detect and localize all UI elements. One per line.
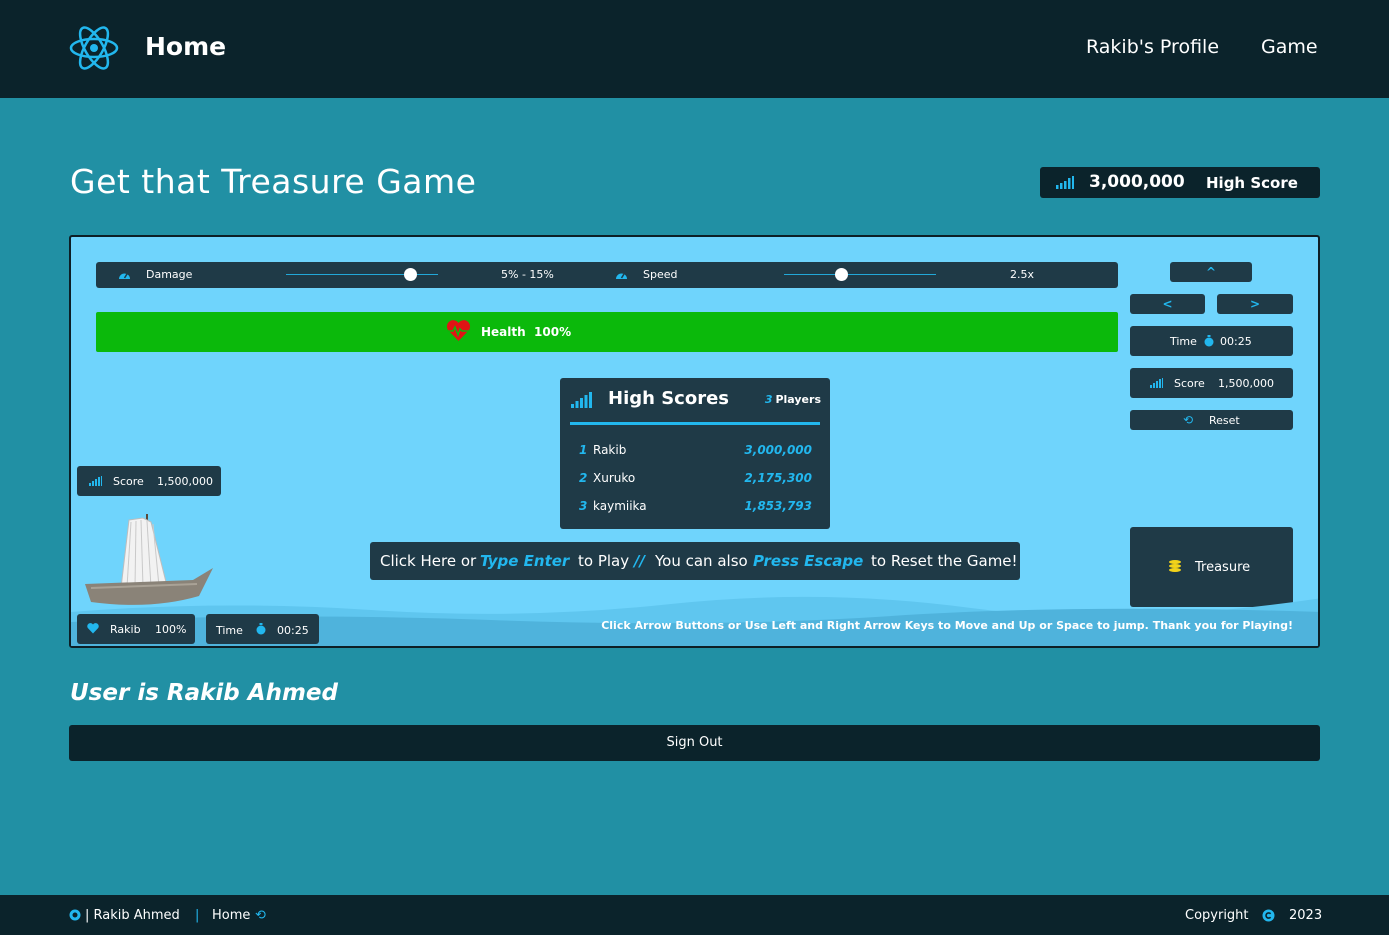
user-name-heading: User is Rakib Ahmed [70, 680, 338, 706]
high-score-value: 3,000,000 [1089, 172, 1185, 192]
gauge-icon [616, 273, 627, 279]
nav-link-profile[interactable]: Rakib's Profile [1086, 36, 1219, 58]
jump-button[interactable]: ^ [1170, 262, 1252, 282]
speed-slider-knob[interactable] [835, 268, 849, 281]
time-label: Time [1170, 335, 1197, 348]
nav-link-game[interactable]: Game [1261, 36, 1318, 58]
play-msg-text: to Reset the Game! [871, 552, 1018, 570]
score-label: Score [1174, 377, 1205, 390]
top-nav: Home Rakib's Profile Game [0, 0, 1389, 98]
time-box: Time 00:25 [1130, 326, 1293, 356]
brand-home-link[interactable]: Home [145, 32, 226, 61]
damage-label: Damage [146, 268, 193, 281]
title-divider [570, 422, 820, 425]
gauge-icon [119, 273, 130, 279]
treasure-label: Treasure [1195, 560, 1251, 575]
stopwatch-icon [256, 623, 266, 635]
coins-icon [1169, 560, 1181, 572]
player-score-value: 1,500,000 [157, 475, 213, 488]
github-icon[interactable] [69, 909, 81, 921]
score-box: Score 1,500,000 [1130, 368, 1293, 398]
play-msg-separator: // [634, 552, 645, 570]
speed-label: Speed [643, 268, 678, 281]
footer-author-link[interactable]: | Rakib Ahmed [85, 908, 180, 923]
player-name: Rakib [110, 623, 141, 636]
score-rank: 3 [579, 499, 588, 513]
player-health: 100% [155, 623, 187, 636]
play-msg-highlight: Type Enter [480, 552, 570, 570]
score-player: kaymiika [593, 499, 647, 513]
player-health-box: Rakib 100% [77, 614, 195, 644]
player-count-value: 3 [764, 393, 773, 406]
time-value: 00:25 [1220, 335, 1252, 348]
heart-icon [87, 623, 99, 634]
sign-out-button[interactable]: Sign Out [69, 725, 1320, 761]
score-rank: 2 [579, 471, 588, 485]
damage-slider[interactable] [286, 268, 438, 281]
score-value: 1,500,000 [1218, 377, 1274, 390]
player-time-box: Time 00:25 [206, 614, 319, 644]
health-bar: Health 100% [96, 312, 1118, 352]
players-count: 3 Players [765, 393, 821, 406]
speed-slider[interactable] [784, 268, 936, 281]
footer: | Rakib Ahmed | Home ⟲ Copyright 2023 [0, 895, 1389, 935]
high-score-label: High Score [1206, 174, 1298, 192]
move-right-button[interactable]: > [1217, 294, 1293, 314]
reset-label: Reset [1209, 414, 1240, 427]
player-time-value: 00:25 [277, 624, 309, 637]
score-row: 3 kaymiika 1,853,793 [579, 499, 812, 515]
copyright-icon [1262, 909, 1275, 922]
score-points: 3,000,000 [744, 443, 812, 457]
play-msg-text: You can also [655, 552, 748, 570]
react-atom-icon[interactable] [68, 22, 120, 74]
move-left-button[interactable]: < [1130, 294, 1205, 314]
score-row: 1 Rakib 3,000,000 [579, 443, 812, 459]
health-label: Health [481, 325, 526, 339]
play-msg-highlight: Press Escape [753, 552, 864, 570]
page-title: Get that Treasure Game [70, 162, 477, 201]
player-score-box: Score 1,500,000 [77, 466, 221, 496]
footer-year: 2023 [1289, 908, 1323, 923]
signal-bars-icon [1150, 378, 1163, 388]
ship-illustration [85, 514, 213, 605]
score-rank: 1 [579, 443, 588, 457]
refresh-icon: ⟲ [255, 908, 266, 923]
signal-bars-icon [89, 476, 102, 486]
score-row: 2 Xuruko 2,175,300 [579, 471, 812, 487]
play-instructions[interactable]: Click Here or Type Enter to Play // You … [370, 542, 1020, 580]
players-label: Players [775, 393, 821, 406]
score-player: Rakib [593, 443, 627, 457]
damage-slider-knob[interactable] [404, 268, 418, 281]
reset-button[interactable]: ⟲ Reset [1130, 410, 1293, 430]
signal-bars-icon [571, 392, 592, 408]
help-text: Click Arrow Buttons or Use Left and Righ… [601, 619, 1293, 632]
player-score-label: Score [113, 475, 144, 488]
high-score-badge: 3,000,000 High Score [1040, 167, 1320, 198]
score-points: 1,853,793 [744, 499, 812, 513]
play-msg-text: Click Here or [380, 552, 477, 570]
high-scores-card: High Scores 3 Players 1 Rakib 3,000,000 2 Xu… [560, 378, 830, 529]
stopwatch-icon [1204, 335, 1214, 347]
score-points: 2,175,300 [744, 471, 812, 485]
health-value: 100% [534, 325, 572, 339]
player-time-label: Time [216, 624, 243, 637]
score-player: Xuruko [593, 471, 636, 485]
play-msg-text: to Play [578, 552, 630, 570]
footer-home-link[interactable]: Home [212, 908, 250, 923]
damage-value: 5% - 15% [501, 268, 554, 281]
footer-copyright: Copyright [1185, 908, 1249, 923]
speed-value: 2.5x [1010, 268, 1035, 281]
high-scores-title: High Scores [608, 388, 729, 409]
reset-icon: ⟲ [1183, 413, 1194, 427]
signal-bars-icon [1056, 176, 1074, 189]
footer-separator: | [195, 908, 200, 923]
control-bar: Damage 5% - 15% Speed 2.5x [96, 262, 1118, 288]
heartbeat-icon [446, 320, 471, 341]
game-board[interactable]: Damage 5% - 15% Speed 2.5x Health 100% ^… [69, 235, 1320, 648]
